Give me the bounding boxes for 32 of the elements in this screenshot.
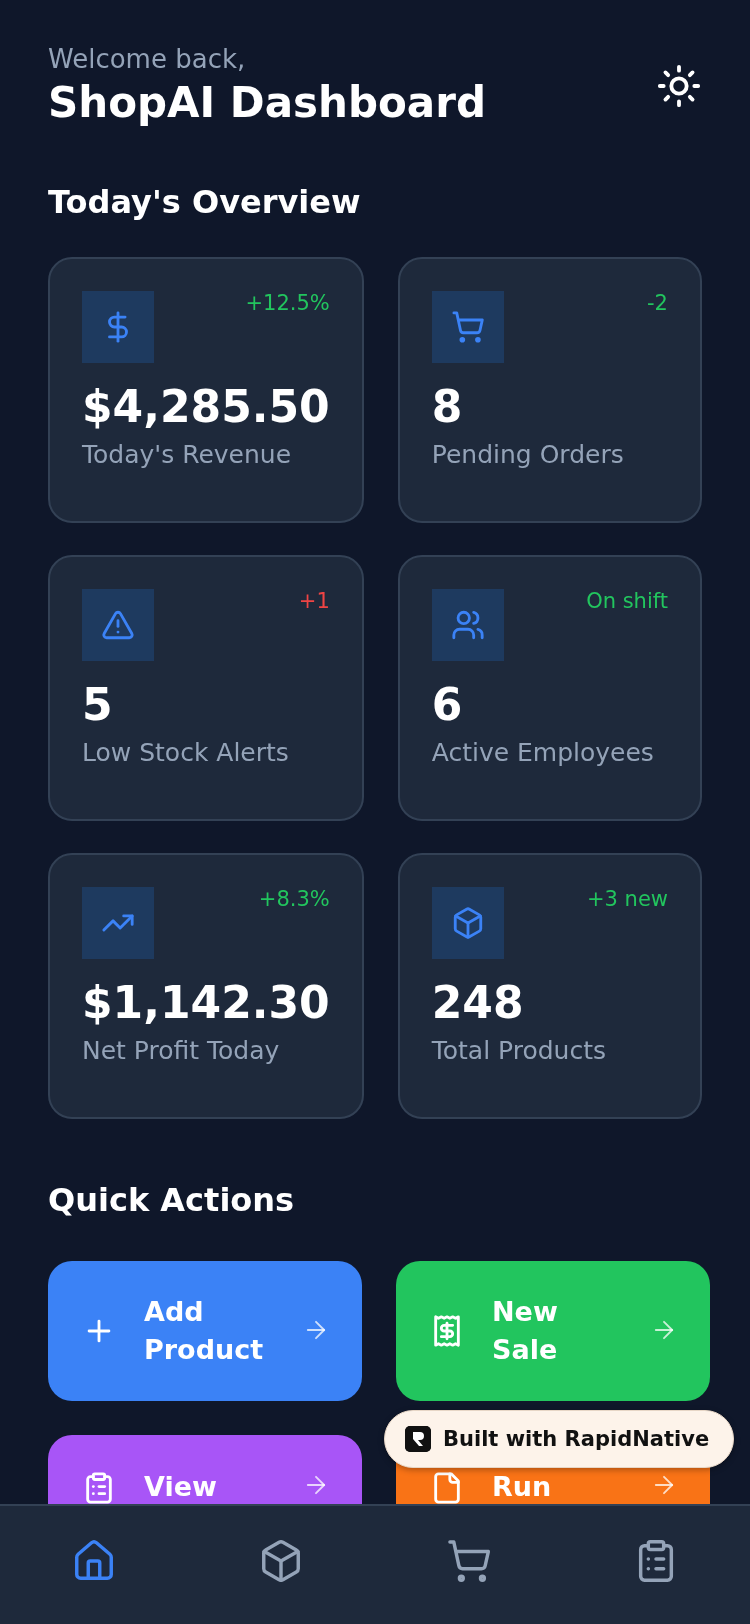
change-text: +8.3% [258, 887, 330, 911]
stat-value: 248 [431, 977, 525, 1028]
change-text: -2 [647, 291, 668, 315]
greeting-text: Welcome back, [48, 44, 247, 74]
quick-action-button[interactable]: View [48, 1435, 362, 1504]
users-icon [450, 608, 485, 642]
stat-label: Net Profit Today [82, 1036, 281, 1065]
stat-value: 5 [82, 679, 114, 730]
stat-value: $4,285.50 [82, 381, 330, 432]
cart-icon [445, 1538, 492, 1584]
stat-label: Today's Revenue [82, 440, 293, 469]
cart-icon [450, 310, 485, 344]
warning-icon [101, 608, 135, 642]
change-text: +3 new [586, 887, 668, 911]
change-text: +1 [298, 589, 330, 613]
section-heading: Quick Actions [48, 1181, 296, 1219]
stat-value: $1,142.30 [82, 977, 330, 1028]
stat-label: Low Stock Alerts [82, 738, 290, 767]
sun-icon[interactable] [656, 62, 702, 109]
logo-icon [405, 1426, 431, 1452]
section-heading: Today's Overview [48, 183, 362, 221]
stat-label: Total Products [431, 1036, 608, 1065]
quick-action-button[interactable]: Add Product [48, 1261, 362, 1401]
stat-value: 8 [431, 381, 464, 432]
stat-label: Active Employees [431, 738, 655, 767]
change-text: On shift [586, 589, 668, 613]
quick-action-button[interactable]: New Sale [396, 1261, 710, 1401]
stat-label: Pending Orders [431, 440, 625, 469]
dashboard-title: ShopAI Dashboard [48, 78, 486, 127]
stat-value: 6 [431, 679, 464, 730]
change-text: +12.5% [245, 291, 330, 315]
built-with-toast[interactable]: Built with RapidNative [384, 1410, 735, 1468]
